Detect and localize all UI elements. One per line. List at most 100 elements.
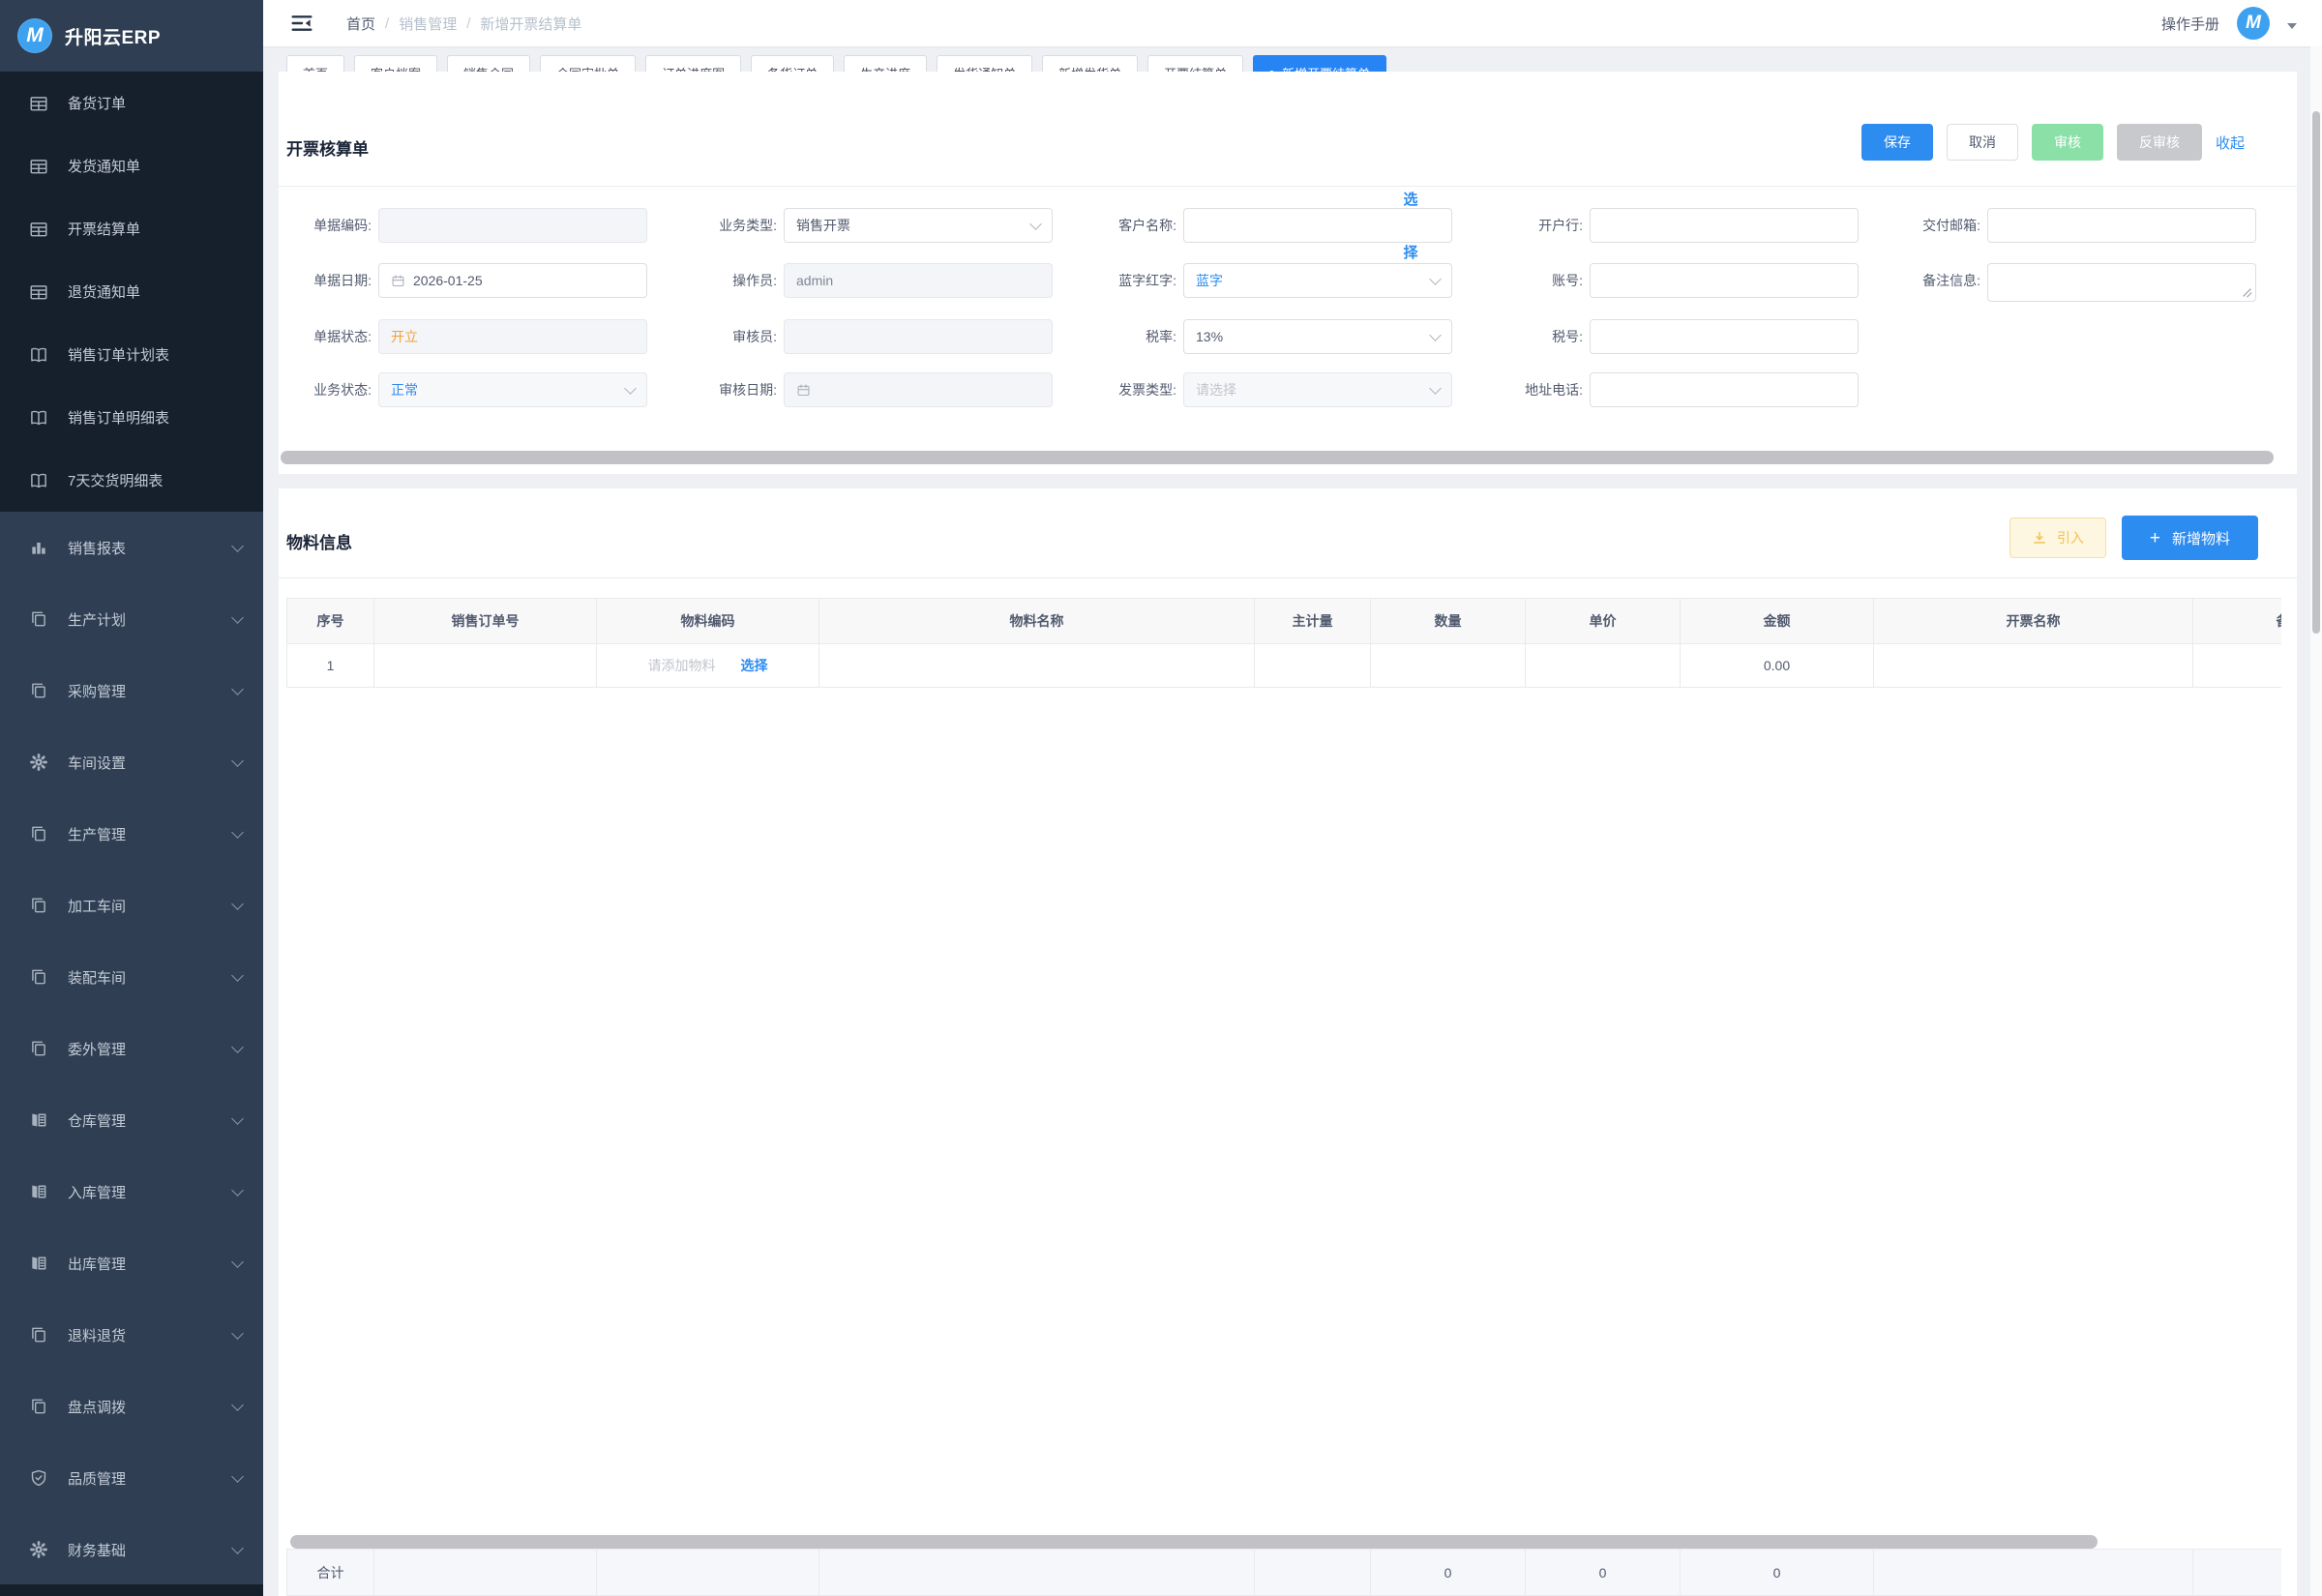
tab-active-新增开票结算单[interactable]: 新增开票结算单 (1253, 55, 1386, 72)
chevron-down-icon (231, 1542, 244, 1554)
select-material-link[interactable]: 选择 (741, 656, 768, 675)
book-icon (29, 471, 48, 490)
sidebar-item-销售报表[interactable]: 销售报表 (0, 512, 263, 583)
备注信息-input[interactable] (1987, 263, 2256, 302)
field-客户名称: 客户名称:选择 (1091, 208, 1452, 243)
税号-input[interactable] (1590, 319, 1859, 354)
sidebar-item-退货通知单[interactable]: 退货通知单 (0, 260, 263, 323)
sidebar-item-生产管理[interactable]: 生产管理 (0, 798, 263, 870)
collapse-menu-icon[interactable] (290, 12, 313, 35)
picker-char: 择 (1403, 242, 1417, 262)
customer-picker-button[interactable]: 选择 (1399, 189, 1422, 262)
单据状态-input[interactable]: 开立 (378, 319, 647, 354)
蓝字红字-input[interactable]: 蓝字 (1183, 263, 1452, 298)
账号-input[interactable] (1590, 263, 1859, 298)
breadcrumb-item-首页[interactable]: 首页 (346, 14, 375, 34)
cancel-button[interactable]: 取消 (1947, 124, 2018, 161)
unaudit-button[interactable]: 反审核 (2117, 124, 2202, 161)
resize-grip-icon[interactable] (2242, 287, 2252, 298)
tab-首页[interactable]: 首页 (286, 55, 344, 72)
sidebar-item-出库管理[interactable]: 出库管理 (0, 1227, 263, 1299)
sidebar-item-盘点调拨[interactable]: 盘点调拨 (0, 1371, 263, 1442)
业务类型-input[interactable]: 销售开票 (784, 208, 1053, 243)
操作员-input[interactable]: admin (784, 263, 1053, 298)
sidebar-bottom-strip (0, 1584, 263, 1596)
table-hscroll-thumb[interactable] (290, 1535, 2098, 1549)
cabinet-icon (29, 1182, 48, 1201)
column-header-单价: 单价 (1526, 599, 1681, 644)
tab-label: 新增开票结算单 (1282, 64, 1370, 73)
save-button[interactable]: 保存 (1861, 124, 1933, 161)
material-table: 序号销售订单号物料编码物料名称主计量数量单价金额开票名称备注 1请添加物料选择0… (286, 598, 2281, 688)
sidebar-item-label: 7天交货明细表 (68, 470, 242, 490)
sidebar-item-委外管理[interactable]: 委外管理 (0, 1013, 263, 1084)
tab-新增发货单[interactable]: 新增发货单 (1042, 55, 1138, 72)
chevron-down-icon (231, 683, 244, 695)
tab-发货通知单[interactable]: 发货通知单 (937, 55, 1032, 72)
chevron-down-icon[interactable] (2287, 23, 2297, 29)
picker-char: 选 (1403, 189, 1417, 209)
sidebar-item-开票结算单[interactable]: 开票结算单 (0, 197, 263, 260)
sidebar-item-退料退货[interactable]: 退料退货 (0, 1299, 263, 1371)
sidebar-item-品质管理[interactable]: 品质管理 (0, 1442, 263, 1514)
field-label: 蓝字红字: (1091, 263, 1176, 298)
单据编码-input[interactable] (378, 208, 647, 243)
avatar[interactable]: M (2237, 7, 2270, 40)
field-label: 单据日期: (286, 263, 372, 298)
tab-销售合同[interactable]: 销售合同 (447, 55, 530, 72)
copy-icon (29, 824, 48, 843)
tab-备货订单[interactable]: 备货订单 (751, 55, 834, 72)
chevron-down-icon (231, 611, 244, 624)
chevron-down-icon (231, 1470, 244, 1483)
tab-合同审批单[interactable]: 合同审批单 (540, 55, 636, 72)
plus-icon: + (2150, 529, 2160, 547)
单据日期-input[interactable]: 2026-01-25 (378, 263, 647, 298)
shield-icon (29, 1468, 48, 1488)
field-备注信息: 备注信息: (1895, 263, 2256, 298)
manual-link[interactable]: 操作手册 (2161, 14, 2219, 34)
form-hscroll-thumb[interactable] (281, 451, 2274, 464)
field-label: 备注信息: (1895, 263, 1980, 298)
sidebar-item-仓库管理[interactable]: 仓库管理 (0, 1084, 263, 1156)
add-material-button[interactable]: + 新增物料 (2122, 516, 2258, 560)
field-label: 单据状态: (286, 319, 372, 354)
summary-empty (1255, 1550, 1371, 1596)
audit-button[interactable]: 审核 (2032, 124, 2103, 161)
sidebar-item-加工车间[interactable]: 加工车间 (0, 870, 263, 941)
tab-订单进度图[interactable]: 订单进度图 (645, 55, 741, 72)
sidebar-item-7天交货明细表[interactable]: 7天交货明细表 (0, 449, 263, 512)
sidebar-item-入库管理[interactable]: 入库管理 (0, 1156, 263, 1227)
sidebar-item-车间设置[interactable]: 车间设置 (0, 726, 263, 798)
地址电话-input[interactable] (1590, 372, 1859, 407)
业务状态-input[interactable]: 正常 (378, 372, 647, 407)
sidebar-item-label: 生产计划 (68, 609, 233, 630)
sidebar-item-label: 备货订单 (68, 93, 242, 113)
发票类型-input[interactable]: 请选择 (1183, 372, 1452, 407)
import-button[interactable]: 引入 (2009, 517, 2106, 558)
field-单据编码: 单据编码: (286, 208, 647, 243)
sidebar-item-发货通知单[interactable]: 发货通知单 (0, 134, 263, 197)
sidebar-item-生产计划[interactable]: 生产计划 (0, 583, 263, 655)
tab-开票结算单[interactable]: 开票结算单 (1147, 55, 1243, 72)
summary-empty (1874, 1550, 2193, 1596)
copy-icon (29, 896, 48, 915)
sidebar-item-label: 开票结算单 (68, 219, 242, 239)
divider (279, 186, 2297, 187)
sidebar-item-销售订单计划表[interactable]: 销售订单计划表 (0, 323, 263, 386)
税率-input[interactable]: 13% (1183, 319, 1452, 354)
page-vscroll-thumb[interactable] (2312, 111, 2320, 634)
breadcrumb-separator: / (466, 15, 470, 32)
开户行-input[interactable] (1590, 208, 1859, 243)
sidebar-item-备货订单[interactable]: 备货订单 (0, 72, 263, 134)
sidebar-item-财务基础[interactable]: 财务基础 (0, 1514, 263, 1585)
collapse-link[interactable]: 收起 (2216, 133, 2245, 153)
tab-生产进度[interactable]: 生产进度 (844, 55, 927, 72)
sidebar-item-销售订单明细表[interactable]: 销售订单明细表 (0, 386, 263, 449)
field-label: 业务状态: (286, 372, 372, 407)
tab-客户档案[interactable]: 客户档案 (354, 55, 437, 72)
sidebar-item-装配车间[interactable]: 装配车间 (0, 941, 263, 1013)
交付邮箱-input[interactable] (1987, 208, 2256, 243)
审核日期-input[interactable] (784, 372, 1053, 407)
审核员-input[interactable] (784, 319, 1053, 354)
sidebar-item-采购管理[interactable]: 采购管理 (0, 655, 263, 726)
